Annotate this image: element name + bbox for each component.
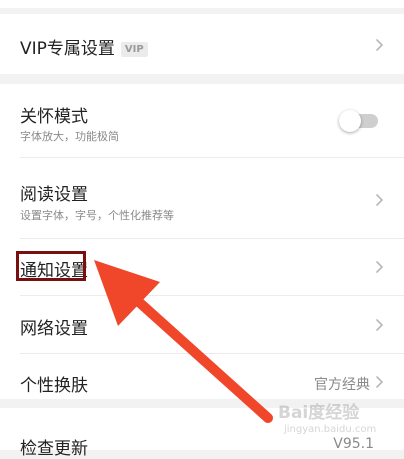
chevron-right-icon: [376, 261, 384, 273]
divider: [20, 238, 404, 239]
divider: [20, 353, 404, 354]
vip-badge: VIP: [120, 42, 148, 57]
care-mode-label: 关怀模式: [20, 107, 88, 127]
vip-settings-card: VIP专属设置 VIP: [0, 14, 404, 74]
care-mode-toggle[interactable]: [339, 110, 378, 132]
divider: [20, 295, 404, 296]
chevron-right-icon[interactable]: [370, 36, 388, 54]
network-settings-label: 网络设置: [20, 319, 88, 339]
settings-list-card: 关怀模式 字体放大，功能极简 阅读设置 设置字体，字号，个性化推荐等 通知设置 …: [0, 84, 404, 399]
watermark-sub: jingyan.baidu.com: [284, 424, 377, 435]
theme-label: 个性换肤: [20, 376, 88, 396]
chevron-right-icon: [376, 319, 384, 331]
check-update-label: 检查更新: [20, 439, 88, 459]
vip-settings-row[interactable]: VIP专属设置 VIP: [20, 34, 148, 59]
chevron-right-icon: [376, 194, 384, 206]
divider: [20, 157, 404, 158]
chevron-right-icon: [376, 376, 384, 388]
reading-settings-label: 阅读设置: [20, 185, 88, 205]
theme-value: 官方经典: [314, 377, 370, 393]
reading-settings-desc: 设置字体，字号，个性化推荐等: [20, 209, 174, 222]
previous-card-bottom: [0, 0, 404, 8]
highlight-box: [16, 251, 86, 281]
vip-settings-label: VIP专属设置: [20, 39, 115, 59]
watermark-logo: Bai度经验: [278, 403, 360, 423]
toggle-knob: [339, 110, 361, 132]
care-mode-desc: 字体放大，功能极简: [20, 130, 119, 143]
baidu-watermark: Bai度经验 jingyan.baidu.com: [270, 392, 400, 450]
